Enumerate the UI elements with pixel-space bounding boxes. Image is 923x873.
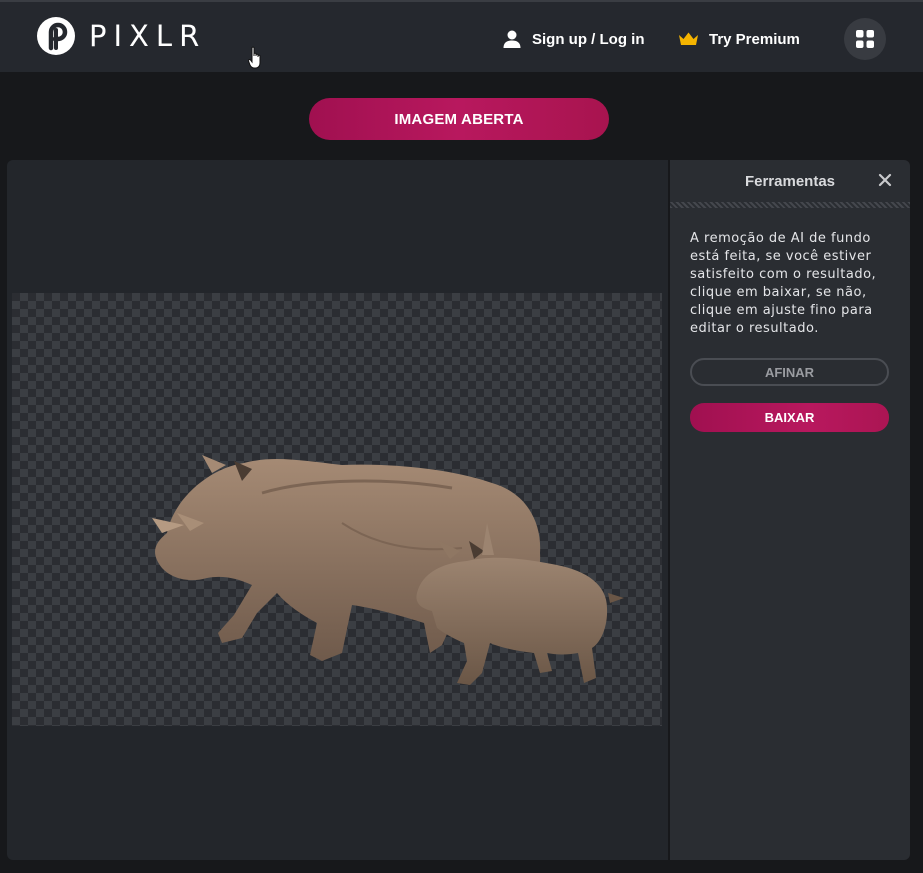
image-canvas[interactable] (12, 293, 662, 726)
refine-button[interactable]: AFINAR (690, 358, 889, 386)
try-premium-link[interactable]: Try Premium (678, 27, 800, 51)
hand-cursor-icon (248, 46, 261, 69)
sign-in-label: Sign up / Log in (532, 30, 645, 48)
result-description: A remoção de AI de fundo está feita, se … (690, 231, 877, 336)
logo-text: PIXLR (89, 19, 207, 53)
rhino-cutout-image (152, 455, 624, 685)
panel-divider (670, 202, 910, 208)
top-bar: PIXLR Sign up / Log in Try Premium (0, 0, 923, 72)
apps-menu-button[interactable] (844, 18, 886, 60)
apps-grid-icon (856, 30, 874, 48)
canvas-workspace (7, 160, 668, 860)
pixlr-logo[interactable]: PIXLR (37, 17, 206, 55)
crown-icon (679, 32, 698, 45)
close-icon[interactable] (877, 172, 893, 188)
sign-in-link[interactable]: Sign up / Log in (502, 27, 644, 51)
open-image-button[interactable]: IMAGEM ABERTA (309, 98, 609, 140)
user-icon (503, 30, 521, 48)
download-button[interactable]: BAIXAR (690, 403, 889, 432)
tools-panel: Ferramentas A remoção de AI de fundo est… (670, 160, 910, 860)
pixlr-logo-mark (37, 17, 75, 55)
premium-label: Try Premium (709, 30, 800, 48)
tools-panel-title: Ferramentas (744, 173, 836, 190)
